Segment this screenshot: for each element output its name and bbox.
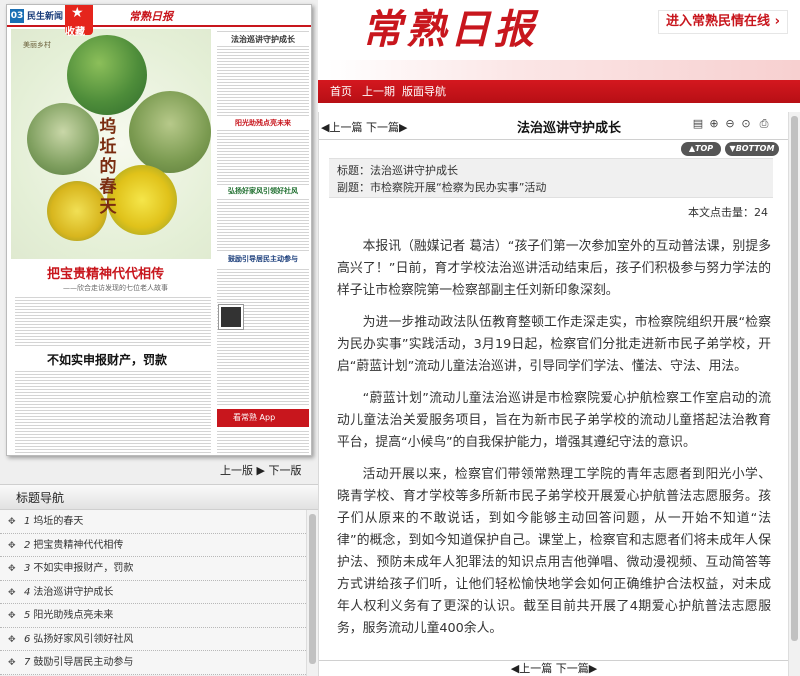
nav-separator: ▶ bbox=[256, 464, 265, 477]
zoom-reset-icon[interactable]: ⊙ bbox=[739, 117, 753, 131]
diamond-icon: ✥ bbox=[8, 611, 16, 621]
article-text-block[interactable] bbox=[15, 369, 211, 453]
article-scrollbar[interactable] bbox=[788, 112, 800, 676]
topic-item[interactable]: ✥ 5 阳光助残点亮未来 bbox=[0, 604, 306, 628]
article-text-block[interactable] bbox=[217, 29, 309, 259]
diamond-icon: ✥ bbox=[8, 564, 16, 574]
left-triangle-icon: ◀ bbox=[510, 662, 520, 675]
topic-item[interactable]: ✥ 3 不如实申报财产，罚款 bbox=[0, 557, 306, 581]
article-text-block[interactable] bbox=[15, 295, 211, 347]
main-nav: 首页 上一期 版面导航 bbox=[318, 80, 800, 103]
masthead-logo: 常熟日报 bbox=[362, 6, 538, 53]
topics-list: ✥ 1 坞坵的春天 ✥ 2 把宝贵精神代代相传 ✥ 3 不如实申报财产，罚款 ✥ 4 法治巡讲守… bbox=[0, 510, 306, 676]
garden-photo bbox=[129, 91, 211, 173]
notepad-icon[interactable]: ▤ bbox=[691, 117, 705, 131]
next-article-link[interactable]: 下一篇 bbox=[366, 121, 399, 134]
topic-item[interactable]: ✥ 2 把宝贵精神代代相传 bbox=[0, 533, 306, 557]
article-panel: ◀上一篇 下一篇▶ 法治巡讲守护成长 ▤ ⊕ ⊖ ⊙ ⎙ ▲TOP ▼BOTTO… bbox=[318, 112, 789, 676]
next-article-link[interactable]: 下一篇 bbox=[556, 662, 589, 675]
treasure-subheadline: ——欣合走访发现的七位老人故事 bbox=[63, 284, 168, 292]
page-top-rule bbox=[7, 25, 311, 27]
right-triangle-icon: ▶ bbox=[398, 121, 408, 134]
article-text-block[interactable] bbox=[217, 267, 309, 407]
children-photo bbox=[27, 103, 99, 175]
print-icon[interactable]: ⎙ bbox=[757, 117, 771, 131]
public-opinion-link[interactable]: 进入常熟民情在线 › bbox=[658, 10, 788, 34]
left-panel: 03 民生新闻 常熟日报 美丽乡村 坞坵的春天 法治巡讲守护成长 阳光助残点亮未… bbox=[0, 0, 318, 676]
scroll-top-button[interactable]: ▲TOP bbox=[681, 142, 721, 156]
zoom-in-icon[interactable]: ⊕ bbox=[707, 117, 721, 131]
article-text-block[interactable] bbox=[217, 429, 309, 453]
diamond-icon: ✥ bbox=[8, 517, 16, 527]
page-number-badge: 03 bbox=[10, 9, 24, 23]
article-paragraph: 本报讯（融媒记者 葛洁）“孩子们第一次参加室外的互动普法课，别提多高兴了！”日前… bbox=[337, 239, 771, 298]
diamond-icon: ✥ bbox=[8, 658, 16, 668]
page-nav: 上一版 ▶ 下一版 bbox=[220, 462, 301, 478]
topic-item[interactable]: ✥ 4 法治巡讲守护成长 bbox=[0, 580, 306, 604]
meta-subtitle-row: 副题：市检察院开展“检察为民办实事”活动 bbox=[337, 181, 547, 194]
next-page-link[interactable]: 下一版 bbox=[268, 464, 301, 477]
article-paragraph: 活动开展以来，检察官们带领常熟理工学院的青年志愿者到阳光小学、晓青学校、育才学校… bbox=[337, 467, 771, 636]
scroll-bottom-button[interactable]: ▼BOTTOM bbox=[725, 142, 779, 156]
site-header: 常熟日报 进入常熟民情在线 › bbox=[318, 0, 800, 80]
topics-header: 标题导航 bbox=[0, 484, 318, 510]
toolbar-article-nav: ◀上一篇 下一篇▶ bbox=[321, 119, 407, 135]
favorite-label: 收藏 bbox=[65, 27, 85, 38]
topic-item[interactable]: ✥ 7 鼓励引导居民主动参与 bbox=[0, 651, 306, 675]
masthead-banner bbox=[328, 60, 800, 80]
treasure-headline[interactable]: 把宝贵精神代代相传 bbox=[47, 263, 164, 282]
prev-article-link[interactable]: 上一篇 bbox=[329, 121, 362, 134]
hit-count: 本文点击量：24 bbox=[688, 206, 768, 219]
column-headline-family[interactable]: 弘扬好家风引领好社风 bbox=[217, 185, 309, 197]
app-promo-bar: 看常熟 App bbox=[217, 409, 309, 427]
qr-code-icon bbox=[218, 304, 244, 330]
page-logo: 常熟日报 bbox=[129, 10, 173, 23]
bottom-article-nav: ◀上一篇 下一篇▶ bbox=[319, 660, 789, 676]
diamond-icon: ✥ bbox=[8, 634, 16, 645]
page-section-name: 民生新闻 bbox=[27, 12, 64, 22]
diamond-icon: ✥ bbox=[8, 587, 16, 598]
article-body: 本报讯（融媒记者 葛洁）“孩子们第一次参加室外的互动普法课，别提多高兴了！”日前… bbox=[337, 236, 771, 650]
column-headline-law[interactable]: 法治巡讲守护成长 bbox=[217, 33, 309, 46]
declare-headline[interactable]: 不如实申报财产，罚款 bbox=[47, 351, 167, 368]
village-photo bbox=[67, 35, 147, 115]
scrollbar-thumb[interactable] bbox=[791, 116, 798, 641]
nav-prev-issue[interactable]: 上一期 bbox=[362, 80, 395, 103]
zoom-out-icon[interactable]: ⊖ bbox=[723, 117, 737, 131]
topics-scrollbar[interactable] bbox=[306, 510, 318, 676]
spring-feature-title[interactable]: 坞坵的春天 bbox=[93, 117, 123, 217]
nav-page-nav[interactable]: 版面导航 bbox=[402, 80, 446, 103]
topic-item[interactable]: ✥ 6 弘扬好家风引领好社风 bbox=[0, 627, 306, 651]
diamond-icon: ✥ bbox=[8, 540, 16, 551]
nav-home[interactable]: 首页 bbox=[330, 80, 352, 103]
star-icon: ★ bbox=[71, 5, 84, 21]
article-paragraph: “蔚蓝计划”流动儿童法治巡讲是市检察院爱心护航检察工作室启动的流动儿童法治关爱服… bbox=[337, 391, 771, 450]
column-headline-residents[interactable]: 鼓励引导居民主动参与 bbox=[217, 253, 309, 265]
article-meta: 标题：法治巡讲守护成长 副题：市检察院开展“检察为民办实事”活动 bbox=[329, 158, 773, 198]
prev-page-link[interactable]: 上一版 bbox=[220, 464, 253, 477]
topic-item[interactable]: ✥ 1 坞坵的春天 bbox=[0, 510, 306, 534]
column-headline-disability[interactable]: 阳光助残点亮未来 bbox=[217, 117, 309, 129]
prev-article-link[interactable]: 上一篇 bbox=[519, 662, 552, 675]
spring-feature-subtitle: 美丽乡村 bbox=[23, 41, 51, 49]
article-toolbar: ◀上一篇 下一篇▶ 法治巡讲守护成长 ▤ ⊕ ⊖ ⊙ ⎙ bbox=[319, 112, 789, 140]
newspaper-page-thumbnail[interactable]: 03 民生新闻 常熟日报 美丽乡村 坞坵的春天 法治巡讲守护成长 阳光助残点亮未… bbox=[6, 4, 312, 456]
article-title: 法治巡讲守护成长 bbox=[516, 121, 621, 136]
meta-title-row: 标题：法治巡讲守护成长 bbox=[337, 164, 458, 177]
article-paragraph: 为进一步推动政法队伍教育整顿工作走深走实，市检察院组织开展“检察为民办实事”实践… bbox=[337, 315, 771, 374]
scrollbar-thumb[interactable] bbox=[309, 514, 316, 664]
right-triangle-icon: ▶ bbox=[588, 662, 598, 675]
